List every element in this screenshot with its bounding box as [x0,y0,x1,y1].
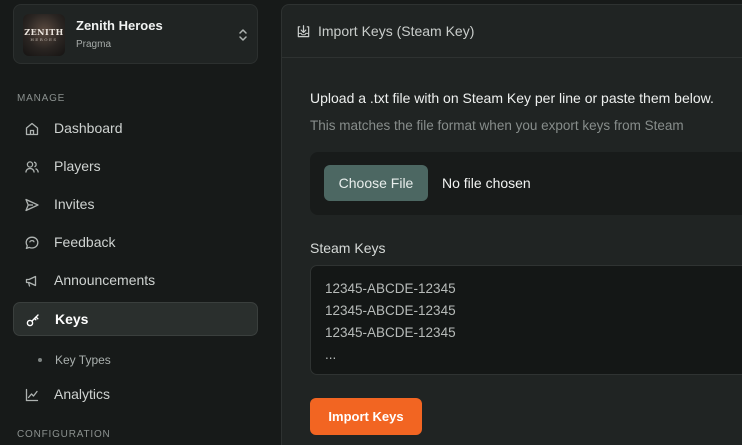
sidebar-item-label: Announcements [54,272,156,288]
import-icon [297,25,310,38]
sidebar-item-label: Analytics [54,386,111,402]
bullet-dot [38,358,42,362]
sidebar-item-feedback[interactable]: Feedback [13,226,258,260]
key-line: 12345-ABCDE-12345 [325,303,456,318]
send-icon [25,198,39,212]
key-icon [26,314,39,327]
app-switcher[interactable]: ZENITH HEROES Zenith Heroes Pragma [13,4,258,64]
sidebar: ZENITH HEROES Zenith Heroes Pragma MANAG… [0,0,270,445]
sidebar-item-analytics[interactable]: Analytics [13,378,258,412]
section-label-manage: MANAGE [17,93,66,104]
import-keys-panel: Import Keys (Steam Key) Upload a .txt fi… [281,4,742,445]
import-keys-button[interactable]: Import Keys [310,398,422,435]
section-label-configuration: CONFIGURATION [17,429,111,440]
sidebar-item-announcements[interactable]: Announcements [13,264,258,298]
file-upload-row: Choose File No file chosen [310,152,742,215]
app-org: Pragma [76,39,112,50]
sidebar-item-label: Dashboard [54,120,123,136]
logo-subtext: HEROES [30,37,58,42]
upload-helper-text: This matches the file format when you ex… [310,118,684,133]
steam-keys-label: Steam Keys [310,240,386,256]
sidebar-subitem-key-types[interactable]: Key Types [38,352,111,368]
choose-file-button[interactable]: Choose File [324,165,428,201]
users-icon [25,161,39,173]
steam-keys-textarea[interactable]: 12345-ABCDE-12345 12345-ABCDE-12345 1234… [310,265,742,375]
app-logo: ZENITH HEROES [23,14,65,56]
logo-word: ZENITH [24,27,64,37]
panel-title: Import Keys (Steam Key) [318,23,475,39]
file-status-text: No file chosen [442,175,531,191]
key-line: ... [325,347,337,362]
message-icon [25,236,39,250]
sidebar-item-dashboard[interactable]: Dashboard [13,112,258,146]
sidebar-item-label: Feedback [54,234,116,250]
megaphone-icon [25,275,37,287]
sidebar-subitem-label: Key Types [55,353,111,367]
panel-header: Import Keys (Steam Key) [282,5,742,58]
sidebar-item-keys[interactable]: Keys [13,302,258,336]
upload-instructions: Upload a .txt file with on Steam Key per… [310,90,714,106]
sidebar-item-invites[interactable]: Invites [13,188,258,222]
sidebar-item-label: Players [54,158,101,174]
sidebar-item-players[interactable]: Players [13,150,258,184]
sidebar-item-label: Invites [54,196,95,212]
chart-icon [25,388,39,402]
key-line: 12345-ABCDE-12345 [325,325,456,340]
chevron-up-down-icon [239,29,247,41]
home-icon [25,122,39,136]
key-line: 12345-ABCDE-12345 [325,281,456,296]
app-name: Zenith Heroes [76,18,163,33]
sidebar-item-label: Keys [55,311,89,327]
